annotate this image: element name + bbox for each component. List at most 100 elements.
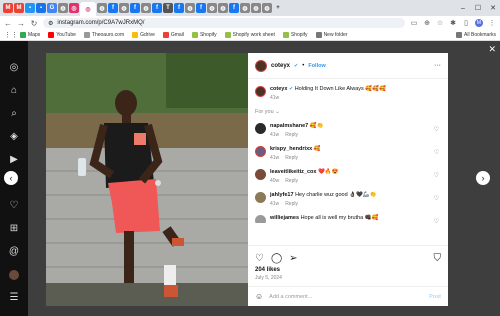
comment-bubble-icon[interactable]: ◯ [271,253,282,264]
bookmark-theoauro[interactable]: Theoauro.com [83,32,124,38]
instagram-logo-icon[interactable]: ◎ [4,56,24,79]
commenter-username[interactable]: napalmshane7 [270,123,308,129]
tab-meta-icon[interactable]: T [163,3,173,13]
commenter-username[interactable]: leaveitlikeitiz_cox [270,169,316,175]
tab-facebook-icon[interactable]: f [152,3,162,13]
commenter-avatar[interactable] [255,169,266,180]
close-window-icon[interactable]: ✕ [486,4,500,12]
search-icon[interactable]: ⌕ [4,102,24,125]
reels-icon[interactable]: ▶ [4,148,24,171]
reply-link[interactable]: Reply [285,178,298,184]
tab-globe-icon[interactable]: ◍ [207,3,217,13]
commenter-avatar[interactable] [255,146,266,157]
like-comment-heart-icon[interactable]: ♡ [434,149,439,156]
like-comment-heart-icon[interactable]: ♡ [434,172,439,179]
caption-username[interactable]: coteyx [270,86,287,92]
tab-facebook-icon[interactable]: f [229,3,239,13]
profile-avatar[interactable]: M [475,19,483,27]
reload-icon[interactable]: ↻ [30,19,38,28]
add-comment-input[interactable]: Add a comment... [269,294,423,300]
menu-icon[interactable]: ⋮ [488,19,496,27]
bookmark-star-icon[interactable]: ☆ [436,19,444,27]
save-bookmark-icon[interactable]: ⛉ [434,253,442,264]
like-comment-heart-icon[interactable]: ♡ [434,126,439,133]
more-options-icon[interactable]: ··· [434,62,441,69]
extensions-icon[interactable]: ✱ [449,19,457,27]
commenter-username[interactable]: krispy_hendrixx [270,146,312,152]
comment-text: Hope all is well my brutha 👊🏿🥰 [300,215,379,221]
bookmark-gdrive[interactable]: Gdrive [132,32,155,38]
tab-facebook-icon[interactable]: f [174,3,184,13]
next-post-icon[interactable]: › [476,171,490,185]
tab-globe-icon[interactable]: ◍ [240,3,250,13]
bookmark-shopify-2[interactable]: Shopify [282,32,308,38]
reply-link[interactable]: Reply [285,201,298,207]
tab-instagram-active[interactable]: ◎ [80,2,96,16]
threads-icon[interactable]: @ [4,240,24,263]
back-icon[interactable]: ← [4,19,12,28]
apps-grid-icon[interactable]: ⋮⋮ [4,31,18,39]
bookmark-shopify-sheet[interactable]: Shopify work sheet [224,32,275,38]
cast-icon[interactable]: ▭ [410,19,418,27]
tab-facebook-icon[interactable]: f [108,3,118,13]
notifications-heart-icon[interactable]: ♡ [4,194,24,217]
close-modal-icon[interactable]: ✕ [488,44,496,55]
previous-post-icon[interactable]: ‹ [4,171,18,185]
profile-avatar-icon[interactable] [4,263,24,286]
commenter-avatar[interactable] [255,215,266,223]
tab-instagram-icon[interactable]: ◎ [69,3,79,13]
share-send-icon[interactable]: ➢ [289,253,297,264]
more-menu-icon[interactable]: ☰ [4,286,24,309]
author-avatar[interactable] [255,86,266,97]
tab-gmail-icon[interactable]: M [3,3,13,13]
explore-icon[interactable]: ◈ [4,125,24,148]
reply-link[interactable]: Reply [285,155,298,161]
emoji-icon[interactable]: ☺ [255,292,263,301]
tab-globe-icon[interactable]: ◍ [218,3,228,13]
like-count[interactable]: 204 likes [255,267,441,273]
like-comment-heart-icon[interactable]: ♡ [434,218,439,223]
tab-gmail-icon[interactable]: M [14,3,24,13]
commenter-avatar[interactable] [255,192,266,203]
tab-globe-icon[interactable]: ◍ [251,3,261,13]
sidepanel-icon[interactable]: ▯ [462,19,470,27]
tab-globe-icon[interactable]: ◍ [58,3,68,13]
like-heart-icon[interactable]: ♡ [255,253,264,264]
commenter-avatar[interactable] [255,123,266,134]
bookmark-new-folder[interactable]: New folder [315,32,347,38]
reply-link[interactable]: Reply [285,132,298,138]
like-comment-heart-icon[interactable]: ♡ [434,195,439,202]
commenter-username[interactable]: williejames [270,215,299,221]
follow-button[interactable]: Follow [308,63,325,69]
zoom-icon[interactable]: ⊕ [423,19,431,27]
post-comment-button[interactable]: Post [429,294,441,300]
create-icon[interactable]: ⊞ [4,217,24,240]
post-photo[interactable] [46,53,248,306]
tab-globe-icon[interactable]: ◍ [97,3,107,13]
tab-facebook-icon[interactable]: f [130,3,140,13]
tab-docs-icon[interactable]: ▪ [25,3,35,13]
home-icon[interactable]: ⌂ [4,79,24,102]
bookmark-gmail[interactable]: Gmail [162,32,184,38]
for-you-filter[interactable]: For you ⌄ [255,109,441,115]
tab-globe-icon[interactable]: ◍ [185,3,195,13]
tab-globe-icon[interactable]: ◍ [262,3,272,13]
new-tab-icon[interactable]: + [273,3,283,13]
tab-facebook-icon[interactable]: f [196,3,206,13]
bookmark-shopify[interactable]: Shopify [191,32,217,38]
author-avatar[interactable] [255,59,267,72]
all-bookmarks[interactable]: All Bookmarks [456,32,496,38]
tab-google-icon[interactable]: G [47,3,57,13]
maximize-icon[interactable]: ☐ [471,4,485,12]
address-bar[interactable]: ⚙ instagram.com/p/C9A7wJRxMQ/ [43,18,405,28]
tab-globe-icon[interactable]: ◍ [141,3,151,13]
tab-docs-icon[interactable]: ▪ [36,3,46,13]
forward-icon[interactable]: → [17,19,25,28]
minimize-icon[interactable]: – [456,5,470,12]
bookmark-youtube[interactable]: YouTube [48,32,76,38]
author-username[interactable]: coteyx [271,63,290,69]
bookmark-maps[interactable]: Maps [20,32,40,38]
tab-globe-icon[interactable]: ◍ [119,3,129,13]
site-info-icon[interactable]: ⚙ [48,20,53,27]
commenter-username[interactable]: jahlyfe17 [270,192,294,198]
